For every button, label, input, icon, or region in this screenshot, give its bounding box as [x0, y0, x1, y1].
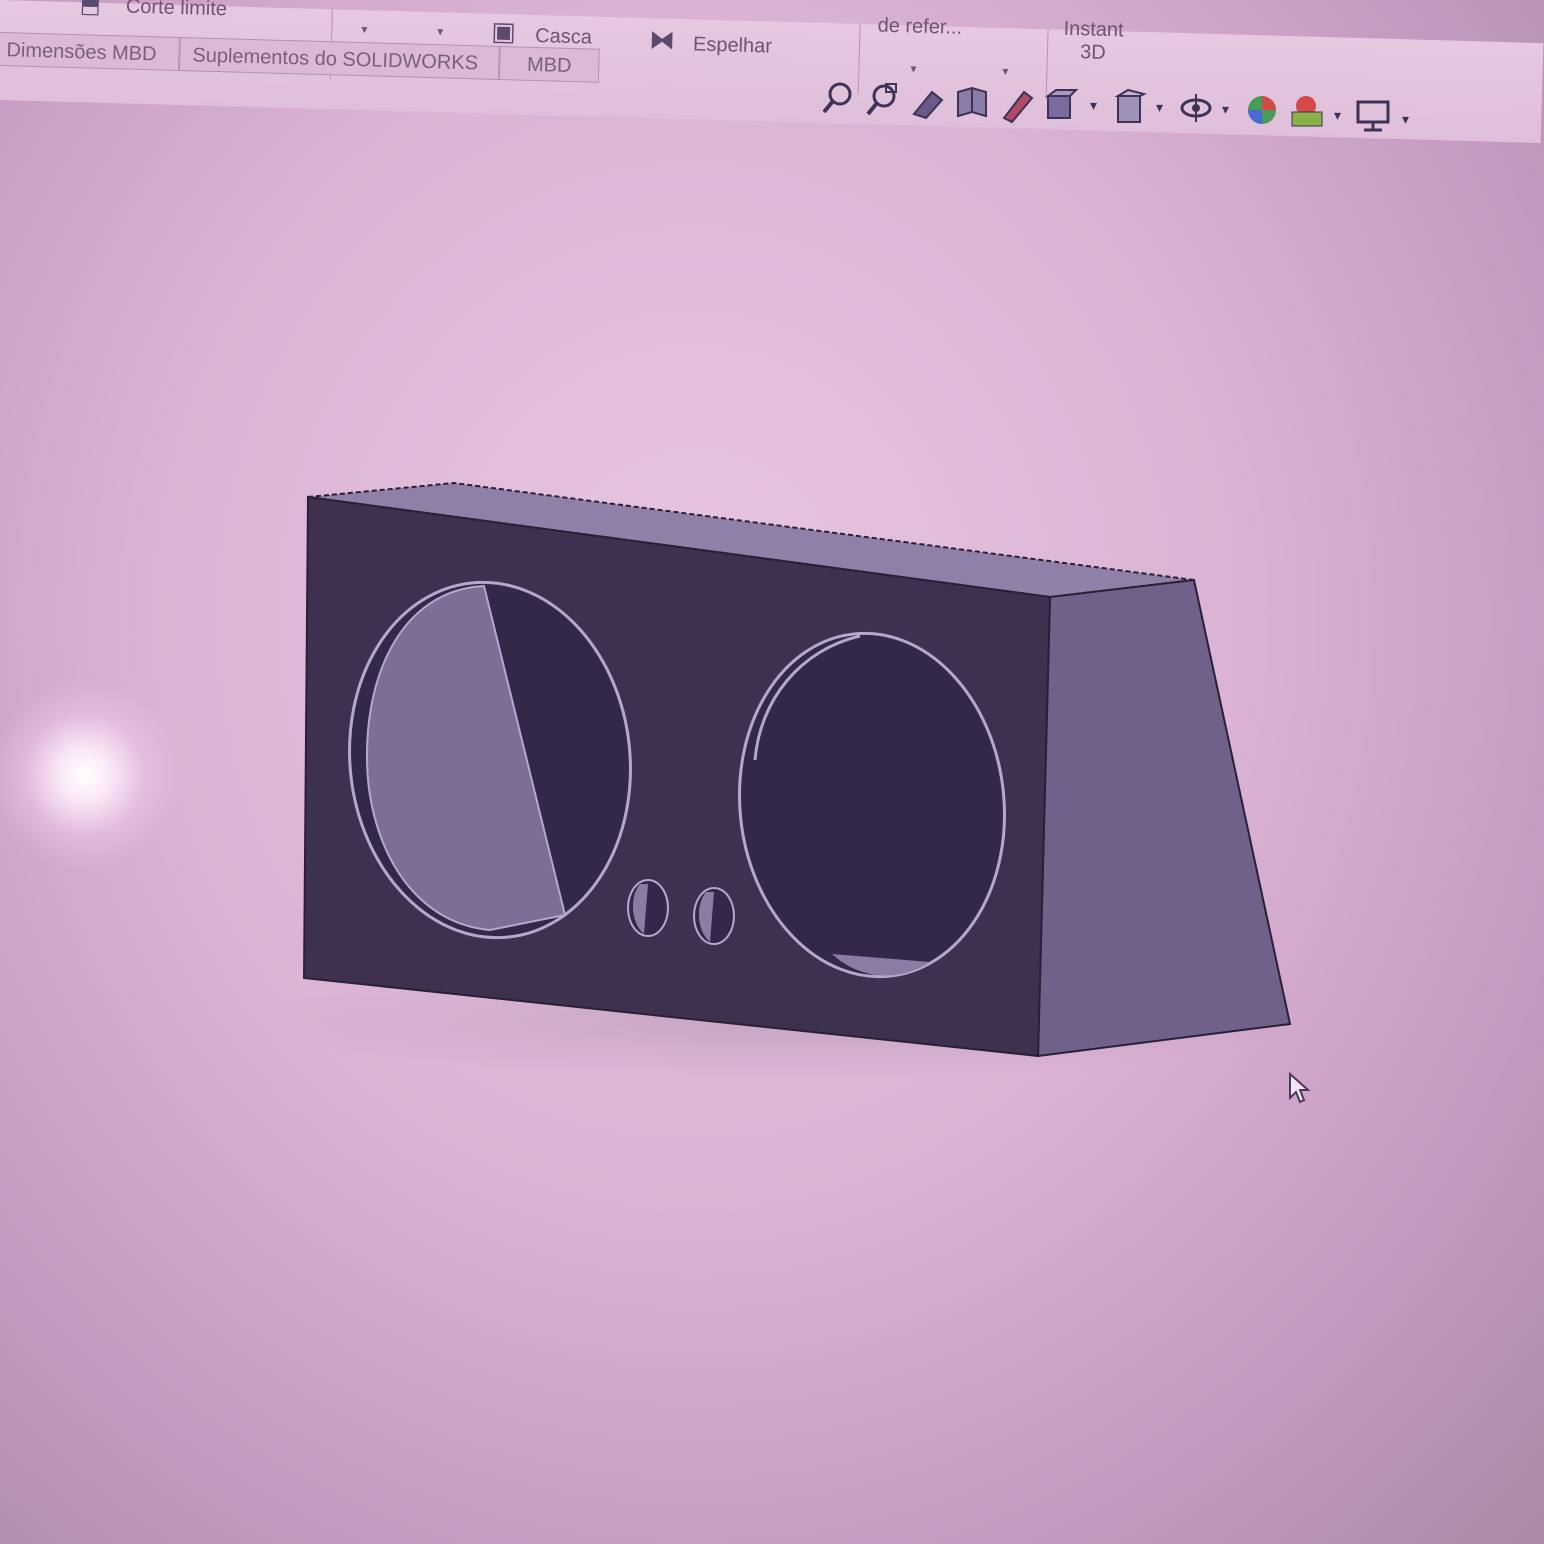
- port-hole-left[interactable]: [627, 879, 669, 937]
- graphics-area[interactable]: [0, 0, 1544, 1544]
- mouse-cursor-icon: [1289, 1072, 1311, 1104]
- side-face[interactable]: [1036, 578, 1292, 1058]
- subwoofer-box-model[interactable]: [302, 481, 1292, 1058]
- port-hole-right[interactable]: [693, 887, 735, 945]
